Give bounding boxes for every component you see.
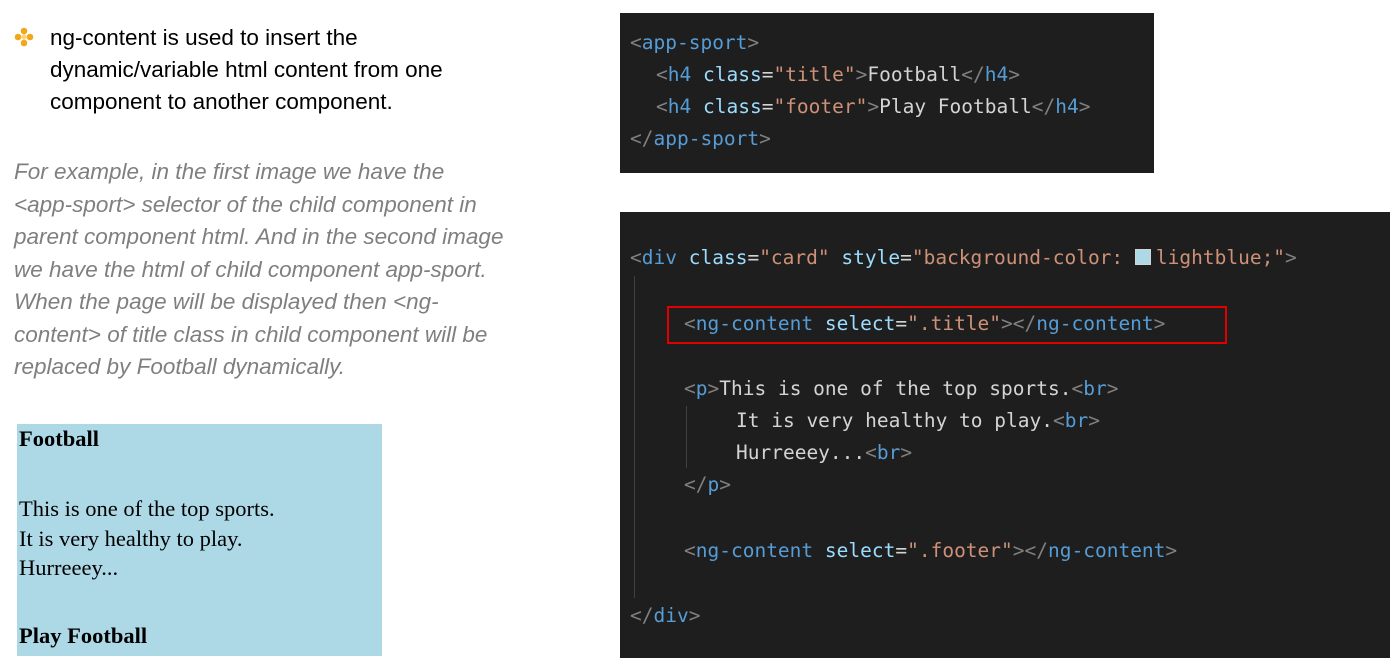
color-swatch-icon: [1134, 249, 1151, 265]
parent-html-code-panel: <app-sport> <h4 class="title">Football</…: [620, 13, 1154, 173]
indent-guide: [686, 406, 687, 468]
rendered-card-preview: Football This is one of the top sports. …: [17, 424, 382, 656]
preview-footer: Play Football: [19, 623, 148, 648]
example-paragraph: For example, in the first image we have …: [14, 159, 504, 379]
bullet-block: ng-content is used to insert the dynamic…: [14, 22, 574, 118]
code-line: <div class="card" style="background-colo…: [630, 246, 1297, 269]
code-line: </app-sport>: [630, 127, 771, 150]
code-line: <p>This is one of the top sports.<br>: [684, 377, 1119, 400]
preview-body: This is one of the top sports. It is ver…: [19, 496, 275, 580]
indent-guide: [634, 276, 635, 598]
code-line: <h4 class="footer">Play Football</h4>: [656, 95, 1091, 118]
code-line: It is very healthy to play.<br>: [736, 409, 1100, 432]
code-line: Hurreeey...<br>: [736, 441, 913, 464]
diamond-bullet-icon: [14, 27, 34, 47]
code-line: </p>: [684, 473, 731, 496]
code-line: <ng-content select=".footer"></ng-conten…: [684, 539, 1178, 562]
bullet-text: ng-content is used to insert the dynamic…: [50, 25, 443, 114]
preview-title: Football: [19, 426, 100, 451]
code-line: <h4 class="title">Football</h4>: [656, 63, 1021, 86]
highlight-box: [667, 306, 1227, 344]
child-html-code-panel: <div class="card" style="background-colo…: [620, 212, 1390, 658]
code-line: <app-sport>: [630, 31, 760, 54]
code-line: </div>: [630, 604, 701, 627]
